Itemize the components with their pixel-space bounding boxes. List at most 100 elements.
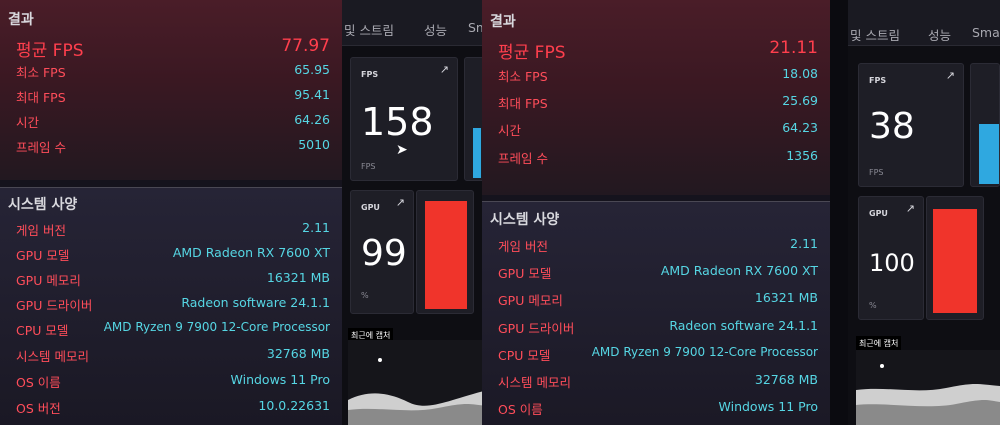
stat-label: 최대 FPS <box>498 96 548 111</box>
fps-graph-bar <box>979 124 999 184</box>
spec-label: OS 이름 <box>16 375 61 390</box>
avg-fps-value: 21.11 <box>769 38 818 58</box>
right-results-panel: 결과 평균 FPS 21.11 최소 FPS 18.08 최대 FPS 25.6… <box>482 0 830 425</box>
gpu-graph-bar <box>933 209 977 313</box>
fps-card[interactable]: FPS ↗ 38 FPS <box>858 63 964 187</box>
spec-label: 게임 버전 <box>498 239 548 254</box>
spec-row: 게임 버전 2.11 <box>0 220 342 240</box>
spec-value: 32768 MB <box>266 346 330 361</box>
spec-value: 32768 MB <box>754 372 818 387</box>
spec-value: AMD Radeon RX 7600 XT <box>172 245 330 260</box>
stat-row: 최소 FPS 65.95 <box>0 62 342 82</box>
expand-arrow-icon[interactable]: ↗ <box>906 202 915 215</box>
spec-row: CPU 모델 AMD Ryzen 9 7900 12-Core Processo… <box>0 320 342 340</box>
gpu-card[interactable]: GPU ↗ 99 % <box>350 190 414 314</box>
spec-label: GPU 메모리 <box>16 273 81 288</box>
spec-label: GPU 메모리 <box>498 293 563 308</box>
system-section-title: 시스템 사양 <box>8 197 78 213</box>
mouse-cursor-icon: ➤ <box>396 142 408 158</box>
spec-row: OS 버전 10.0.22631 <box>0 398 342 418</box>
fps-card-unit: FPS <box>361 162 376 171</box>
expand-arrow-icon[interactable]: ↗ <box>396 196 405 209</box>
spec-value: Radeon software 24.1.1 <box>669 318 818 333</box>
stat-value: 64.26 <box>294 112 330 127</box>
fps-card-value: 38 <box>869 106 915 147</box>
spec-row: 시스템 메모리 32768 MB <box>482 372 830 392</box>
avg-fps-label: 평균 FPS <box>16 41 84 61</box>
spec-label: CPU 모델 <box>498 348 551 363</box>
spec-value: 16321 MB <box>266 270 330 285</box>
gpu-card[interactable]: GPU ↗ 100 % <box>858 196 924 320</box>
gpu-card-value: 100 <box>869 249 915 277</box>
tab-bar: 및 스트림 성능 Sma <box>848 0 1000 46</box>
recent-capture-label: 최근에 캡처 <box>856 336 902 351</box>
tab-smart[interactable]: Sma <box>468 20 482 35</box>
fps-card[interactable]: FPS ↗ 158 FPS ➤ <box>350 57 458 181</box>
gpu-graph-bar <box>425 201 467 309</box>
stat-row: 시간 64.26 <box>0 112 342 132</box>
spec-label: GPU 모델 <box>498 266 552 281</box>
spec-value: Radeon software 24.1.1 <box>181 295 330 310</box>
fps-graph-card <box>970 63 1000 187</box>
gpu-card-unit: % <box>869 301 877 310</box>
stat-label: 시간 <box>16 115 40 130</box>
stat-label: 최대 FPS <box>16 90 66 105</box>
stat-label: 프레임 수 <box>498 151 548 166</box>
spec-label: 시스템 메모리 <box>498 375 571 390</box>
spec-value: Windows 11 Pro <box>230 372 330 387</box>
spec-label: 시스템 메모리 <box>16 349 89 364</box>
gpu-graph-card <box>416 190 474 314</box>
left-performance-panel: 및 스트림 성능 Sma FPS ↗ 158 FPS ➤ GPU ↗ 99 % … <box>342 0 482 425</box>
tab-performance[interactable]: 성능 <box>928 25 951 44</box>
fps-card-label: FPS <box>361 70 379 79</box>
right-performance-panel: 및 스트림 성능 Sma FPS ↗ 38 FPS GPU ↗ 100 % 최근… <box>848 0 1000 425</box>
spec-value: 2.11 <box>790 236 818 251</box>
gpu-card-value: 99 <box>361 233 407 274</box>
stat-value: 95.41 <box>294 87 330 102</box>
spec-value: 2.11 <box>302 220 330 235</box>
spec-value: AMD Ryzen 9 7900 12-Core Processor <box>103 320 330 334</box>
fps-graph-card <box>464 57 482 181</box>
expand-arrow-icon[interactable]: ↗ <box>440 63 449 76</box>
fps-card-unit: FPS <box>869 168 884 177</box>
spec-row: GPU 모델 AMD Radeon RX 7600 XT <box>482 263 830 283</box>
spec-row: OS 이름 Windows 11 Pro <box>0 372 342 392</box>
results-section-title: 결과 <box>490 14 516 30</box>
spec-row: GPU 메모리 16321 MB <box>482 290 830 310</box>
spec-value: AMD Ryzen 9 7900 12-Core Processor <box>591 345 818 359</box>
gpu-card-unit: % <box>361 291 369 300</box>
system-section-title: 시스템 사양 <box>490 212 560 228</box>
spec-row: 시스템 메모리 32768 MB <box>0 346 342 366</box>
spec-label: GPU 드라이버 <box>498 321 575 336</box>
tab-performance[interactable]: 성능 <box>424 20 447 39</box>
stat-label: 시간 <box>498 123 522 138</box>
avg-fps-row: 평균 FPS 77.97 <box>0 36 342 61</box>
stat-row: 최대 FPS 95.41 <box>0 87 342 107</box>
fps-graph-bar <box>473 128 481 178</box>
spec-row: CPU 모델 AMD Ryzen 9 7900 12-Core Processo… <box>482 345 830 365</box>
spec-row: GPU 모델 AMD Radeon RX 7600 XT <box>0 245 342 265</box>
stat-label: 최소 FPS <box>498 69 548 84</box>
gpu-card-label: GPU <box>361 203 380 212</box>
spec-value: 10.0.22631 <box>258 398 330 413</box>
spec-row: 게임 버전 2.11 <box>482 236 830 256</box>
left-results-panel: 결과 평균 FPS 77.97 최소 FPS 65.95 최대 FPS 95.4… <box>0 0 342 425</box>
stat-value: 65.95 <box>294 62 330 77</box>
tab-smart[interactable]: Sma <box>972 25 1000 40</box>
gpu-graph-card <box>926 196 984 320</box>
capture-thumbnail[interactable] <box>856 350 1000 425</box>
spec-row: GPU 드라이버 Radeon software 24.1.1 <box>482 318 830 338</box>
gpu-card-label: GPU <box>869 209 888 218</box>
spec-label: OS 이름 <box>498 402 543 417</box>
capture-thumbnail[interactable] <box>348 340 482 425</box>
spec-label: GPU 드라이버 <box>16 298 93 313</box>
expand-arrow-icon[interactable]: ↗ <box>946 69 955 82</box>
tab-stream[interactable]: 및 스트림 <box>850 25 900 44</box>
avg-fps-value: 77.97 <box>281 36 330 56</box>
fps-card-label: FPS <box>869 76 887 85</box>
stat-value: 25.69 <box>782 93 818 108</box>
stat-row: 프레임 수 5010 <box>0 137 342 157</box>
stat-row: 프레임 수 1356 <box>482 148 830 168</box>
spec-label: 게임 버전 <box>16 223 66 238</box>
tab-stream[interactable]: 및 스트림 <box>344 20 394 39</box>
